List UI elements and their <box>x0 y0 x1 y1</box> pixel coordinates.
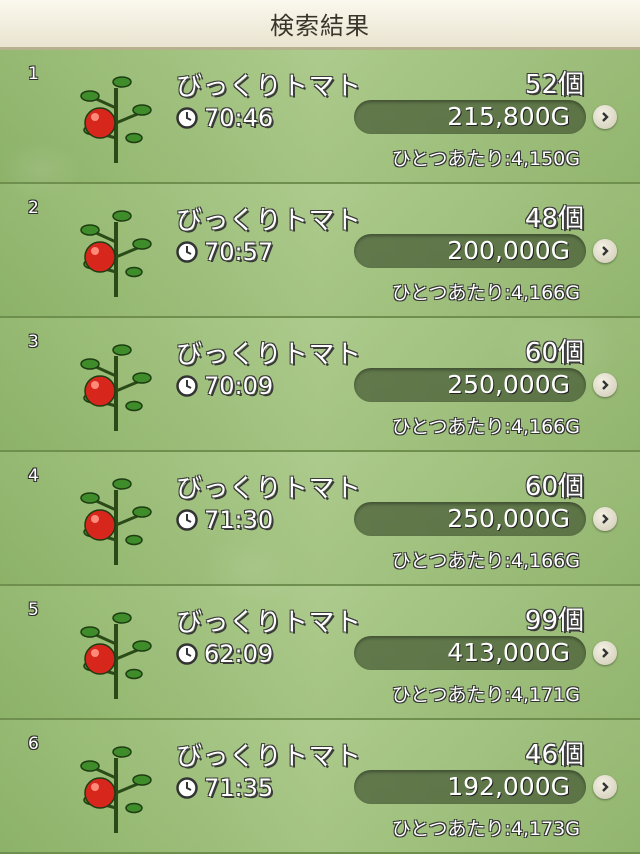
detail-button[interactable] <box>593 239 617 263</box>
chevron-right-icon <box>602 380 609 390</box>
result-row[interactable]: 5 びっくりトマト 62:09 99個 413,000G ひとつあたり:4,17… <box>0 586 640 720</box>
item-quantity: 52個 <box>524 70 584 100</box>
clock-icon <box>176 375 198 397</box>
row-index: 1 <box>28 64 39 84</box>
time-remaining: 71:30 <box>176 506 273 534</box>
unit-price: ひとつあたり:4,166G <box>391 416 580 438</box>
time-text: 70:09 <box>204 372 274 400</box>
tomato-plant-icon <box>80 210 152 297</box>
chevron-right-icon <box>602 514 609 524</box>
total-price: 215,800G <box>447 102 570 131</box>
tomato-plant-icon <box>80 76 152 163</box>
time-remaining: 70:57 <box>176 238 273 266</box>
results-list[interactable]: 1 びっくりトマト 70:46 52個 215,800G ひとつあたり:4,15… <box>0 50 640 854</box>
detail-button[interactable] <box>593 105 617 129</box>
row-index: 2 <box>28 198 39 218</box>
price-pill: 200,000G <box>354 234 586 268</box>
total-price: 192,000G <box>447 772 570 801</box>
detail-button[interactable] <box>593 373 617 397</box>
time-text: 71:30 <box>204 506 274 534</box>
header-bar: 検索結果 <box>0 0 640 50</box>
detail-button[interactable] <box>593 641 617 665</box>
time-remaining: 62:09 <box>176 640 273 668</box>
result-row[interactable]: 1 びっくりトマト 70:46 52個 215,800G ひとつあたり:4,15… <box>0 50 640 184</box>
price-pill: 215,800G <box>354 100 586 134</box>
unit-price: ひとつあたり:4,166G <box>391 282 580 304</box>
time-remaining: 70:09 <box>176 372 273 400</box>
row-index: 6 <box>28 734 39 754</box>
time-text: 70:46 <box>204 104 274 132</box>
price-pill: 192,000G <box>354 770 586 804</box>
chevron-right-icon <box>602 246 609 256</box>
unit-price: ひとつあたり:4,150G <box>391 148 580 170</box>
row-index: 5 <box>28 600 39 620</box>
price-pill: 413,000G <box>354 636 586 670</box>
item-name: びっくりトマト <box>176 474 362 504</box>
detail-button[interactable] <box>593 775 617 799</box>
result-row[interactable]: 3 びっくりトマト 70:09 60個 250,000G ひとつあたり:4,16… <box>0 318 640 452</box>
total-price: 413,000G <box>447 638 570 667</box>
result-row[interactable]: 2 びっくりトマト 70:57 48個 200,000G ひとつあたり:4,16… <box>0 184 640 318</box>
unit-price: ひとつあたり:4,171G <box>391 684 580 706</box>
chevron-right-icon <box>602 112 609 122</box>
item-quantity: 48個 <box>524 204 584 234</box>
tomato-plant-icon <box>80 478 152 565</box>
tomato-plant-icon <box>80 612 152 699</box>
time-text: 62:09 <box>204 640 274 668</box>
item-name: びっくりトマト <box>176 72 362 102</box>
unit-price: ひとつあたり:4,173G <box>391 818 580 840</box>
time-text: 71:35 <box>204 774 274 802</box>
chevron-right-icon <box>602 782 609 792</box>
clock-icon <box>176 643 198 665</box>
tomato-plant-icon <box>80 344 152 431</box>
total-price: 200,000G <box>447 236 570 265</box>
item-quantity: 60個 <box>524 472 584 502</box>
tomato-plant-icon <box>80 746 152 833</box>
clock-icon <box>176 107 198 129</box>
detail-button[interactable] <box>593 507 617 531</box>
price-pill: 250,000G <box>354 502 586 536</box>
time-remaining: 70:46 <box>176 104 273 132</box>
clock-icon <box>176 777 198 799</box>
unit-price: ひとつあたり:4,166G <box>391 550 580 572</box>
total-price: 250,000G <box>447 370 570 399</box>
total-price: 250,000G <box>447 504 570 533</box>
chevron-right-icon <box>602 648 609 658</box>
item-quantity: 99個 <box>524 606 584 636</box>
item-quantity: 46個 <box>524 740 584 770</box>
row-index: 4 <box>28 466 39 486</box>
price-pill: 250,000G <box>354 368 586 402</box>
item-name: びっくりトマト <box>176 206 362 236</box>
result-row[interactable]: 6 びっくりトマト 71:35 46個 192,000G ひとつあたり:4,17… <box>0 720 640 854</box>
item-name: びっくりトマト <box>176 742 362 772</box>
item-quantity: 60個 <box>524 338 584 368</box>
item-name: びっくりトマト <box>176 608 362 638</box>
result-row[interactable]: 4 びっくりトマト 71:30 60個 250,000G ひとつあたり:4,16… <box>0 452 640 586</box>
page-title: 検索結果 <box>270 12 370 40</box>
item-name: びっくりトマト <box>176 340 362 370</box>
clock-icon <box>176 241 198 263</box>
time-text: 70:57 <box>204 238 274 266</box>
time-remaining: 71:35 <box>176 774 273 802</box>
clock-icon <box>176 509 198 531</box>
row-index: 3 <box>28 332 39 352</box>
